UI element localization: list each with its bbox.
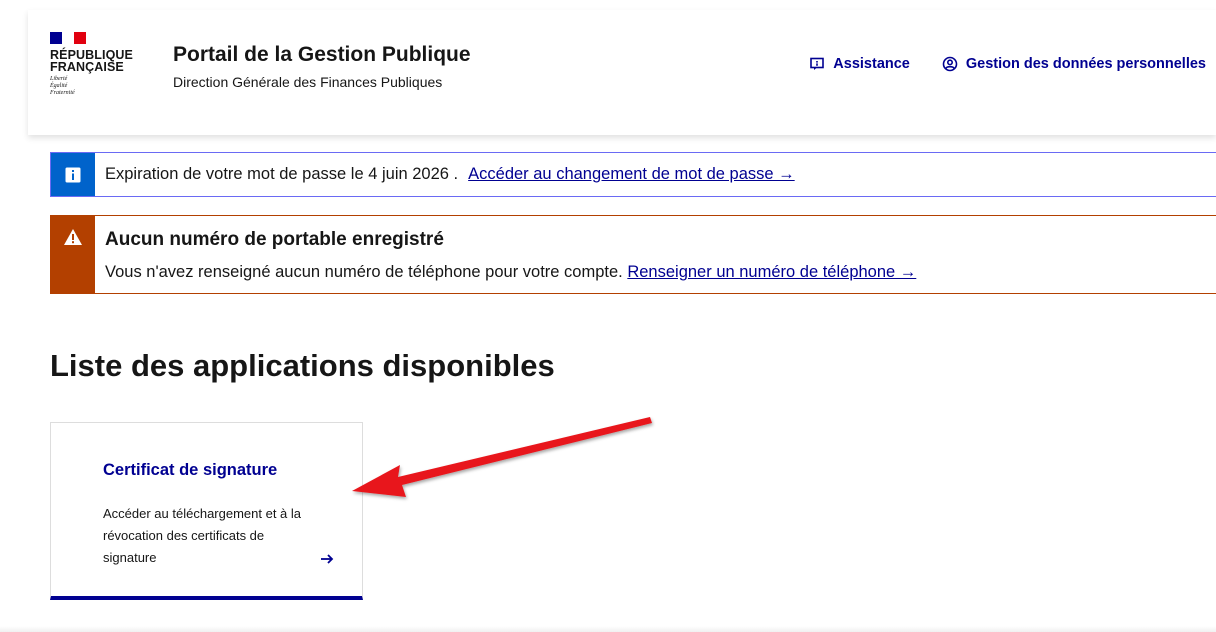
arrow-right-icon xyxy=(321,554,334,564)
annotation-arrow-icon xyxy=(352,417,652,497)
flag-icon xyxy=(50,32,86,44)
change-password-link[interactable]: Accéder au changement de mot de passe → xyxy=(468,165,795,183)
warning-badge xyxy=(51,216,95,293)
service-title[interactable]: Portail de la Gestion Publique xyxy=(173,43,471,67)
motto-liberte: Liberté xyxy=(50,76,68,82)
password-expiration-notice: Expiration de votre mot de passe le 4 ju… xyxy=(50,152,1216,197)
user-circle-icon xyxy=(942,56,958,72)
warning-notice-title: Aucun numéro de portable enregistré xyxy=(105,229,444,250)
motto-egalite: Égalité xyxy=(50,83,68,89)
info-icon xyxy=(65,167,81,182)
warning-notice-text: Vous n'avez renseigné aucun numéro de té… xyxy=(105,263,623,281)
header-tools: Assistance Gestion des données personnel… xyxy=(809,56,1206,72)
add-phone-link[interactable]: Renseigner un numéro de téléphone → xyxy=(627,263,916,281)
service-tagline: Direction Générale des Finances Publique… xyxy=(173,74,443,90)
info-notice-text-block: Expiration de votre mot de passe le 4 ju… xyxy=(105,165,795,184)
question-bubble-icon xyxy=(810,57,825,70)
personal-data-label: Gestion des données personnelles xyxy=(965,56,1206,72)
warning-triangle-icon xyxy=(64,229,82,245)
motto: Liberté Égalité Fraternité xyxy=(50,76,140,97)
tile-description: Accéder au téléchargement et à la révoca… xyxy=(103,506,302,565)
site-header: RÉPUBLIQUE FRANÇAISE Liberté Égalité Fra… xyxy=(28,10,1216,135)
service-title-block: Portail de la Gestion Publique Direction… xyxy=(173,43,471,90)
motto-fraternite: Fraternité xyxy=(50,90,75,96)
republique-francaise-logo[interactable]: RÉPUBLIQUE FRANÇAISE Liberté Égalité Fra… xyxy=(50,32,140,97)
brand-text: RÉPUBLIQUE FRANÇAISE xyxy=(50,49,140,74)
tile-title[interactable]: Certificat de signature xyxy=(103,461,277,480)
assistance-link[interactable]: Assistance xyxy=(809,56,910,72)
applications-section-title: Liste des applications disponibles xyxy=(50,348,555,383)
warning-notice-desc-block: Vous n'avez renseigné aucun numéro de té… xyxy=(105,263,916,282)
info-badge xyxy=(51,153,95,196)
brand-line-2: FRANÇAISE xyxy=(50,60,124,74)
page: RÉPUBLIQUE FRANÇAISE Liberté Égalité Fra… xyxy=(0,0,1216,632)
bottom-edge xyxy=(0,626,1216,632)
no-phone-notice: Aucun numéro de portable enregistré Vous… xyxy=(50,215,1216,294)
info-notice-text: Expiration de votre mot de passe le 4 ju… xyxy=(105,165,459,183)
application-tile-certificat-signature[interactable]: Certificat de signature Accéder au téléc… xyxy=(50,422,363,600)
personal-data-link[interactable]: Gestion des données personnelles xyxy=(942,56,1206,72)
assistance-label: Assistance xyxy=(833,56,910,72)
